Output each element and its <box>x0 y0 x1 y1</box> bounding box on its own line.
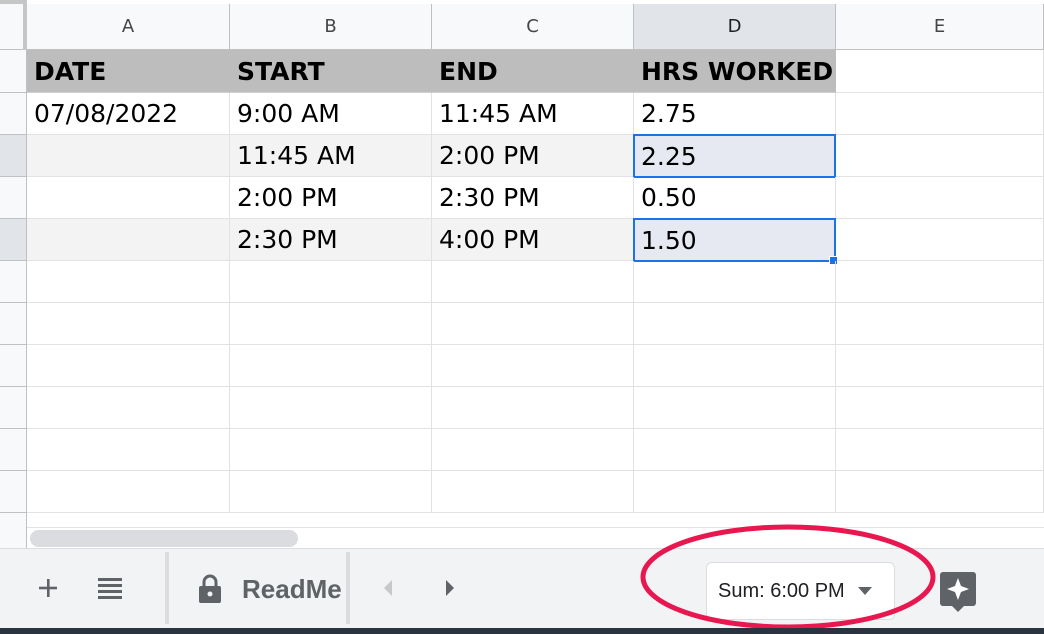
cell-date[interactable] <box>27 219 230 261</box>
cell-date[interactable] <box>27 177 230 219</box>
lock-icon <box>198 574 222 604</box>
cell[interactable] <box>432 429 634 471</box>
cell[interactable] <box>27 345 230 387</box>
header-cell-hrs-worked[interactable]: HRS WORKED <box>634 50 836 93</box>
cell[interactable] <box>634 261 836 303</box>
cell[interactable] <box>634 471 836 513</box>
row-header[interactable] <box>0 429 27 471</box>
cell-end[interactable]: 2:30 PM <box>432 177 634 219</box>
cell[interactable] <box>836 303 1044 345</box>
cell-hrs-worked-selected[interactable]: 2.25 <box>633 134 836 178</box>
cell[interactable] <box>836 387 1044 429</box>
header-cell-end[interactable]: END <box>432 50 634 93</box>
cell-end[interactable]: 4:00 PM <box>432 219 634 261</box>
sheet-tab-label: ReadMe <box>242 573 342 604</box>
spreadsheet-grid: A B C D E DATE START END HRS WORKED 07/0… <box>0 0 1044 548</box>
cell[interactable] <box>634 345 836 387</box>
cell[interactable] <box>230 429 432 471</box>
row-header[interactable] <box>0 513 27 548</box>
row-header[interactable] <box>0 135 27 177</box>
cell-start[interactable]: 11:45 AM <box>230 135 432 177</box>
header-cell-start[interactable]: START <box>230 50 432 93</box>
list-icon[interactable] <box>92 570 128 606</box>
row-header[interactable] <box>0 93 27 135</box>
sum-selector[interactable]: Sum: 6:00 PM <box>706 562 895 620</box>
cell[interactable] <box>27 261 230 303</box>
cell-start[interactable]: 2:00 PM <box>230 177 432 219</box>
cell-hrs-worked[interactable]: 0.50 <box>634 177 836 219</box>
cell[interactable] <box>836 261 1044 303</box>
tab-divider <box>165 552 169 624</box>
cell[interactable] <box>836 50 1044 93</box>
cell[interactable] <box>836 345 1044 387</box>
cell-end[interactable]: 11:45 AM <box>432 93 634 135</box>
cell[interactable] <box>432 345 634 387</box>
cell-date[interactable] <box>27 135 230 177</box>
sum-label: Sum: 6:00 PM <box>718 579 845 602</box>
column-header-c[interactable]: C <box>432 4 634 50</box>
cell[interactable] <box>432 261 634 303</box>
cell[interactable] <box>432 387 634 429</box>
cell-start[interactable]: 2:30 PM <box>230 219 432 261</box>
header-cell-date[interactable]: DATE <box>27 50 230 93</box>
chevron-down-icon <box>857 586 873 596</box>
cell[interactable] <box>230 261 432 303</box>
row-header[interactable] <box>0 471 27 513</box>
cell[interactable] <box>432 303 634 345</box>
row-header[interactable] <box>0 219 27 261</box>
cell[interactable] <box>432 471 634 513</box>
cell-start[interactable]: 9:00 AM <box>230 93 432 135</box>
column-header-a[interactable]: A <box>27 4 230 50</box>
chevron-right-icon[interactable] <box>436 570 464 606</box>
horizontal-scrollbar-thumb[interactable] <box>30 530 298 547</box>
column-header-d[interactable]: D <box>634 4 836 50</box>
row-header[interactable] <box>0 261 27 303</box>
explore-sparkle-icon[interactable] <box>938 570 978 614</box>
cell[interactable] <box>27 429 230 471</box>
column-header-e[interactable]: E <box>836 4 1044 50</box>
row-header[interactable] <box>0 303 27 345</box>
column-header-b[interactable]: B <box>230 4 432 50</box>
sheet-tab-readme[interactable]: ReadMe <box>170 552 350 626</box>
cell[interactable] <box>836 93 1044 135</box>
cell[interactable] <box>836 471 1044 513</box>
row-header[interactable] <box>0 177 27 219</box>
cell[interactable] <box>634 387 836 429</box>
chevron-left-icon[interactable] <box>374 570 402 606</box>
cell[interactable] <box>836 177 1044 219</box>
cell[interactable] <box>836 219 1044 261</box>
tab-divider <box>346 552 350 624</box>
cell[interactable] <box>27 303 230 345</box>
window-edge <box>0 628 1044 634</box>
cell[interactable] <box>27 387 230 429</box>
row-header[interactable] <box>0 387 27 429</box>
cell[interactable] <box>230 345 432 387</box>
cell[interactable] <box>230 387 432 429</box>
cell[interactable] <box>836 135 1044 177</box>
cell[interactable] <box>230 471 432 513</box>
row-header[interactable] <box>0 345 27 387</box>
cell[interactable] <box>634 429 836 471</box>
row-header[interactable] <box>0 50 27 93</box>
cell[interactable] <box>634 303 836 345</box>
cell[interactable] <box>836 429 1044 471</box>
cell-date[interactable]: 07/08/2022 <box>27 93 230 135</box>
cell-end[interactable]: 2:00 PM <box>432 135 634 177</box>
cell-hrs-worked-active[interactable]: 1.50 <box>633 218 836 262</box>
plus-icon[interactable] <box>30 570 66 606</box>
cell[interactable] <box>27 471 230 513</box>
cell-hrs-worked[interactable]: 2.75 <box>634 93 836 135</box>
cell[interactable] <box>230 303 432 345</box>
